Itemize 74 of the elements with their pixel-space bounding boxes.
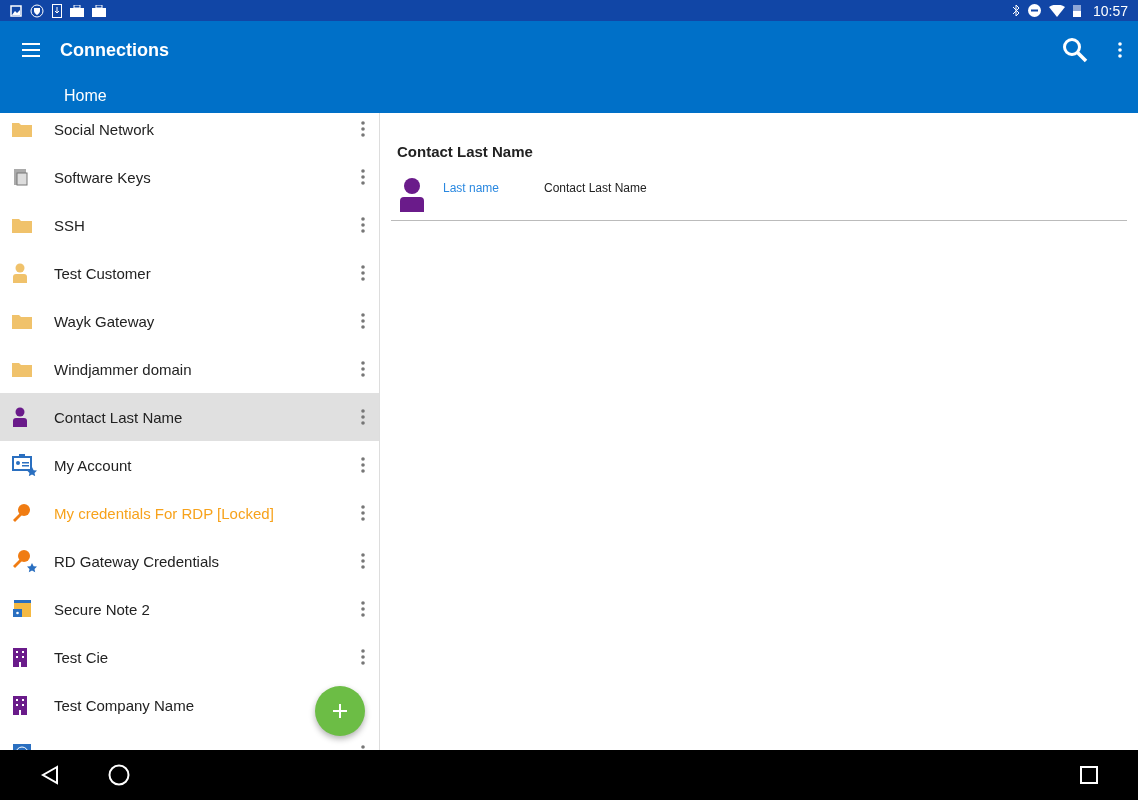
more-icon[interactable]: [361, 457, 365, 473]
item-label: Test Customer: [54, 264, 151, 282]
download-icon: [52, 3, 62, 18]
item-label: My credentials For RDP [Locked]: [54, 504, 274, 522]
folder-icon: [12, 313, 32, 329]
more-icon[interactable]: [361, 361, 365, 377]
person-icon: [12, 407, 28, 427]
more-icon[interactable]: [1118, 42, 1122, 58]
home-icon[interactable]: [108, 764, 130, 786]
folder-icon: [12, 361, 32, 377]
add-button[interactable]: [315, 686, 365, 736]
list-item[interactable]: RD Gateway Credentials: [0, 537, 379, 585]
list-item[interactable]: SSH: [0, 201, 379, 249]
list-item[interactable]: Secure Note 2: [0, 585, 379, 633]
item-label: My Account: [54, 456, 132, 474]
list-item[interactable]: Windjammer domain: [0, 345, 379, 393]
menu-icon[interactable]: [22, 43, 40, 57]
list-item[interactable]: Test Customer: [0, 249, 379, 297]
item-label: Windjammer domain: [54, 360, 192, 378]
bluetooth-icon: [1011, 4, 1020, 17]
item-label: Social Network: [54, 120, 155, 138]
item-label: Secure Note 2: [54, 600, 150, 618]
more-icon[interactable]: [361, 169, 365, 185]
more-icon[interactable]: [361, 553, 365, 569]
recents-icon[interactable]: [1080, 766, 1098, 784]
more-icon[interactable]: [361, 265, 365, 281]
list-item[interactable]: Contact Last Name: [0, 393, 379, 441]
more-icon[interactable]: [361, 601, 365, 617]
more-icon[interactable]: [361, 121, 365, 137]
do-not-disturb-icon: [1027, 4, 1041, 17]
search-icon[interactable]: [1062, 37, 1088, 63]
note-lock-icon: [12, 599, 32, 619]
breadcrumb-link[interactable]: Home: [64, 87, 107, 105]
more-icon[interactable]: [361, 217, 365, 233]
item-label: Test Company Name: [54, 696, 195, 714]
shield-icon: [30, 3, 44, 18]
briefcase-icon: [92, 4, 106, 17]
item-label: Test Cie: [54, 648, 109, 666]
item-label: Contact Last Name: [54, 408, 183, 426]
more-icon[interactable]: [361, 409, 365, 425]
detail-title: Contact Last Name: [397, 143, 534, 160]
building-icon: [12, 695, 28, 715]
key-icon: [12, 503, 32, 523]
list-item[interactable]: Test Cie: [0, 633, 379, 681]
key-star-icon: [12, 549, 38, 573]
folder-icon: [12, 121, 32, 137]
list-item[interactable]: My Account: [0, 441, 379, 489]
list-item[interactable]: Test Company Name: [0, 681, 379, 729]
list-item[interactable]: Software Keys: [0, 153, 379, 201]
item-label: SSH: [54, 216, 85, 234]
clock-time: 10:57: [1092, 2, 1128, 19]
field-value: Contact Last Name: [544, 181, 647, 195]
item-label: Software Keys: [54, 168, 151, 186]
folder-icon: [12, 217, 32, 233]
list-item[interactable]: Wayk Gateway: [0, 297, 379, 345]
image-icon: [10, 4, 22, 17]
more-icon[interactable]: [361, 505, 365, 521]
field-label: Last name: [443, 181, 501, 195]
more-icon[interactable]: [361, 313, 365, 329]
item-label: RD Gateway Credentials: [54, 552, 220, 570]
item-label: Wayk Gateway: [54, 312, 155, 330]
box-icon: [12, 167, 30, 187]
person-icon: [12, 263, 28, 283]
battery-icon: [1072, 4, 1081, 17]
briefcase-icon: [70, 4, 84, 17]
wifi-icon: [1048, 4, 1065, 17]
back-icon[interactable]: [40, 765, 60, 785]
id-card-star-icon: [12, 454, 38, 476]
app-title: Connections: [60, 39, 170, 61]
person-icon: [399, 178, 425, 212]
more-icon[interactable]: [361, 649, 365, 665]
list-item[interactable]: Social Network: [0, 113, 379, 153]
building-icon: [12, 647, 28, 667]
plus-icon: [333, 704, 347, 718]
